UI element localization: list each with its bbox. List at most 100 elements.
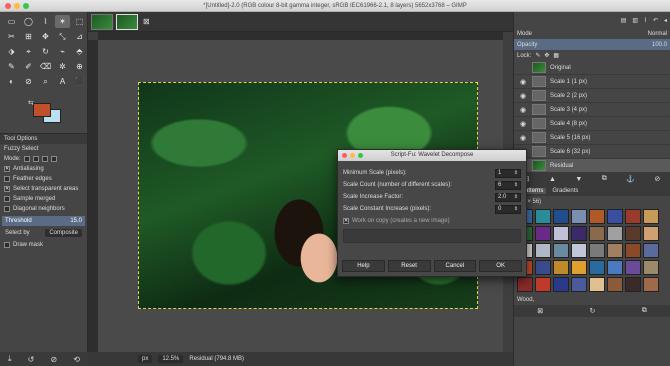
pattern-swatch[interactable] [571,243,587,258]
pattern-swatch[interactable] [517,277,533,292]
tool-23-icon[interactable]: A [55,75,70,88]
tool-13-icon[interactable]: ⌁ [55,45,70,58]
reset-button[interactable]: Reset [387,260,431,272]
delete-pattern-icon[interactable]: ⊠ [537,307,543,315]
delete-preset-icon[interactable]: ⊘ [50,355,57,364]
pattern-swatch[interactable] [535,277,551,292]
dialog-spin-input[interactable]: 2.0 ⇕ [495,192,521,202]
delete-layer-icon[interactable]: ⊘ [654,175,660,183]
window-controls[interactable] [5,3,29,9]
tool-3-icon[interactable]: ✶ [55,15,70,28]
pattern-swatch[interactable] [553,209,569,224]
channels-tab-icon[interactable]: ▥ [632,17,638,24]
tool-2-icon[interactable]: ⌇ [38,15,53,28]
pattern-swatch[interactable] [643,243,659,258]
tool-8-icon[interactable]: ⤡ [55,30,70,43]
layer-row[interactable]: ◉ Scale 4 (8 px) [514,117,670,131]
select-transparent-option[interactable]: ✕ Select transparent areas [0,184,87,194]
cancel-button[interactable]: Cancel [433,260,477,272]
reset-options-icon[interactable]: ⟲ [73,355,80,364]
antialiasing-option[interactable]: ✕ Antialiasing [0,164,87,174]
visibility-eye-icon[interactable]: ◉ [518,120,528,128]
diagonal-neighbors-option[interactable]: Diagonal neighbors [0,204,87,214]
tool-5-icon[interactable]: ✂ [4,30,19,43]
open-pattern-icon[interactable]: ⧉ [642,307,647,315]
pattern-swatch[interactable] [553,226,569,241]
minimize-window-button[interactable] [14,3,20,9]
layer-row[interactable]: ◉ Scale 5 (16 px) [514,131,670,145]
tool-6-icon[interactable]: ⊞ [21,30,36,43]
select-by-dropdown[interactable]: Composite [45,229,82,237]
mode-subtract-icon[interactable] [41,156,48,162]
tool-20-icon[interactable]: ◐ [4,75,19,88]
zoom-window-button[interactable] [23,3,29,9]
antialiasing-checkbox[interactable]: ✕ [4,166,10,172]
draw-mask-option[interactable]: Draw mask [0,240,87,250]
undo-tab-icon[interactable]: ↶ [653,17,658,24]
lock-pixels-icon[interactable]: ✎ [535,52,540,59]
image-tab-1[interactable] [91,13,113,30]
dialog-close-button[interactable] [342,153,347,158]
layer-row[interactable]: ◉Residual [514,159,670,173]
pattern-swatch[interactable] [589,260,605,275]
pattern-swatch[interactable] [589,243,605,258]
tool-9-icon[interactable]: ⊿ [72,30,87,43]
pattern-swatch[interactable] [553,277,569,292]
tool-7-icon[interactable]: ✥ [38,30,53,43]
foreground-color-swatch[interactable] [33,103,51,117]
tool-18-icon[interactable]: ✲ [55,60,70,73]
pattern-swatch[interactable] [625,226,641,241]
pattern-swatch[interactable] [589,226,605,241]
layer-mode-dropdown[interactable]: Normal [648,31,667,37]
duplicate-layer-icon[interactable]: ⧉ [602,175,607,183]
spin-arrows-icon[interactable]: ⇕ [514,170,520,176]
tool-16-icon[interactable]: ✐ [21,60,36,73]
dialog-window-controls[interactable] [342,153,363,158]
pattern-swatch[interactable] [643,226,659,241]
pattern-swatch[interactable] [571,226,587,241]
help-button[interactable]: Help [342,260,385,272]
tool-24-icon[interactable]: ⬛ [72,75,87,88]
mode-intersect-icon[interactable] [50,156,57,162]
draw-mask-checkbox[interactable] [4,242,10,248]
tool-11-icon[interactable]: ⌖ [21,45,36,58]
pattern-swatch[interactable] [589,209,605,224]
visibility-eye-icon[interactable]: ◉ [518,92,528,100]
pattern-swatch[interactable] [571,277,587,292]
lower-layer-icon[interactable]: ▼ [575,176,582,183]
tool-22-icon[interactable]: ⌕ [38,75,53,88]
layer-row[interactable]: ◉Scale 6 (32 px) [514,145,670,159]
close-image-icon[interactable]: ⊠ [143,17,150,26]
layer-row[interactable]: Original [514,61,670,75]
threshold-slider[interactable]: Threshold 15.0 [2,216,85,226]
visibility-eye-icon[interactable]: ◉ [518,106,528,114]
pattern-swatch[interactable] [535,260,551,275]
select-transparent-checkbox[interactable]: ✕ [4,186,10,192]
tool-21-icon[interactable]: ⊘ [21,75,36,88]
layers-tab-icon[interactable]: ▤ [621,17,627,24]
sample-merged-option[interactable]: Sample merged [0,194,87,204]
opacity-slider[interactable]: Opacity 100.0 [514,39,670,50]
feather-edges-option[interactable]: Feather edges [0,174,87,184]
pattern-swatch[interactable] [553,243,569,258]
tool-14-icon[interactable]: ⬘ [72,45,87,58]
dialog-spin-input[interactable]: 6 ⇕ [495,180,521,190]
dialog-spin-input[interactable]: 0 ⇕ [495,204,521,214]
diagonal-neighbors-checkbox[interactable] [4,206,10,212]
pattern-swatch[interactable] [535,243,551,258]
dialog-minimize-button[interactable] [350,153,355,158]
lock-position-icon[interactable]: ✥ [544,52,549,59]
pattern-swatch[interactable] [643,260,659,275]
tool-4-icon[interactable]: ⬚ [72,15,87,28]
pattern-swatch[interactable] [625,243,641,258]
pattern-swatch[interactable] [571,260,587,275]
tab-gradients[interactable]: Gradients [552,188,578,194]
work-on-copy-checkbox[interactable]: ✕ [343,218,349,224]
pattern-swatch[interactable] [535,209,551,224]
pattern-swatch[interactable] [553,260,569,275]
pattern-swatch[interactable] [607,226,623,241]
visibility-eye-icon[interactable]: ◉ [518,134,528,142]
pattern-swatch[interactable] [607,260,623,275]
pattern-swatch[interactable] [625,209,641,224]
feather-edges-checkbox[interactable] [4,176,10,182]
